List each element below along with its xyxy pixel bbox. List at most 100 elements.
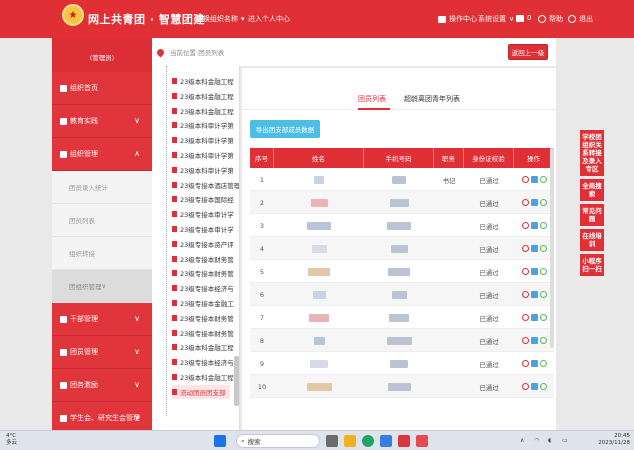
tree-node[interactable]: 23级专接本国际经 — [172, 192, 234, 206]
view-eye-icon[interactable] — [521, 245, 529, 252]
app-root: ★ 网上共青团 · 智慧团建 切换组织名称 ▾ 进入个人中心 操作中心 系统设置… — [0, 0, 634, 450]
back-button[interactable]: 返回上一级 — [508, 44, 548, 60]
tree-node[interactable]: 23级本科金融工程 — [172, 340, 234, 354]
view-eye-icon[interactable] — [521, 337, 529, 344]
view-eye-icon[interactable] — [521, 291, 529, 298]
sidebar-subitem[interactable]: 团组织管理 ∨ — [52, 270, 152, 303]
key-icon[interactable] — [539, 383, 547, 390]
tree-node[interactable]: 流动团员团支部 — [172, 384, 230, 399]
view-eye-icon[interactable] — [521, 199, 529, 206]
redacted-phone — [386, 336, 412, 345]
view-eye-icon[interactable] — [521, 268, 529, 275]
float-shortcut[interactable]: 在线培训 — [580, 229, 604, 251]
row-actions — [514, 237, 554, 260]
sidebar-subitem[interactable]: 团员列表 — [52, 204, 152, 237]
key-icon[interactable] — [539, 222, 547, 229]
task-view-icon[interactable] — [326, 435, 338, 447]
clock[interactable]: 20:45 2023/11/28 — [598, 433, 630, 447]
float-shortcut[interactable]: 全局搜索 — [580, 179, 604, 201]
key-icon[interactable] — [539, 268, 547, 275]
float-shortcut[interactable]: 学校团组织关系转接及录入专区 — [580, 130, 604, 176]
key-icon[interactable] — [539, 199, 547, 206]
tray-chevron-icon[interactable]: ∧ — [520, 437, 524, 444]
tree-node[interactable]: 23级本科审计学第 — [172, 118, 234, 132]
view-eye-icon[interactable] — [521, 360, 529, 367]
tab-member-list[interactable]: 团员列表 — [358, 94, 386, 104]
sidebar-item[interactable]: 教育实践 ∨ — [52, 105, 152, 138]
sidebar-subitem[interactable]: 团员录入统计 — [52, 171, 152, 204]
edit-icon[interactable] — [530, 314, 538, 321]
store-icon[interactable] — [380, 435, 392, 447]
edit-icon[interactable] — [530, 337, 538, 344]
sidebar-item[interactable]: 干部管理 ∨ — [52, 303, 152, 336]
tree-node[interactable]: 23级专接本经济与 — [172, 355, 234, 369]
sidebar-item[interactable]: 团员管理 ∨ — [52, 336, 152, 369]
tree-node[interactable]: 23级专接本财务管 — [172, 266, 234, 280]
logout-link[interactable]: 退出 — [568, 14, 593, 24]
tree-scrollbar[interactable] — [234, 356, 239, 406]
tree-node[interactable]: 23级专接本财务管 — [172, 326, 234, 340]
edit-icon[interactable] — [530, 176, 538, 183]
taskbar-search[interactable]: ⌕ 搜索 — [236, 434, 320, 448]
key-icon[interactable] — [539, 176, 547, 183]
settings-link[interactable]: 系统设置 ∨ — [478, 14, 514, 24]
edit-icon[interactable] — [530, 291, 538, 298]
redacted-phone — [389, 313, 409, 322]
view-eye-icon[interactable] — [521, 314, 529, 321]
edit-icon[interactable] — [530, 360, 538, 367]
tab-overage-list[interactable]: 超龄离团青年列表 — [404, 94, 460, 104]
sidebar-item[interactable]: 团务激励 ∨ — [52, 369, 152, 402]
weather-widget[interactable]: 4°C 多云 — [6, 433, 17, 447]
key-icon[interactable] — [539, 360, 547, 367]
view-eye-icon[interactable] — [521, 383, 529, 390]
ops-center-link[interactable]: 操作中心 — [438, 14, 477, 24]
wps-writer-icon[interactable] — [416, 435, 428, 447]
tree-node[interactable]: 23级本科金融工程 — [172, 74, 234, 88]
float-shortcut[interactable]: 小程序扫一扫 — [580, 254, 604, 276]
view-eye-icon[interactable] — [521, 222, 529, 229]
sidebar-item[interactable]: 组织首页 — [52, 72, 152, 105]
export-button[interactable]: 导出团支部成员数据 — [250, 120, 320, 138]
message-count: 0 — [527, 14, 532, 22]
sidebar-item[interactable]: 学生会、研究生会管理 ∨ — [52, 402, 152, 430]
tree-node[interactable]: 23级本科金融工程 — [172, 370, 234, 384]
tree-node[interactable]: 23级专接本经济与 — [172, 281, 234, 295]
key-icon[interactable] — [539, 337, 547, 344]
battery-icon[interactable]: ▭ — [562, 437, 568, 444]
float-shortcut[interactable]: 常见问题 — [580, 204, 604, 226]
tree-node[interactable]: 23级本科金融工程 — [172, 104, 234, 118]
tree-node[interactable]: 23级专接本金融工 — [172, 296, 234, 310]
help-link[interactable]: 帮助 — [538, 14, 563, 24]
tree-node[interactable]: 23级专接本审计学 — [172, 207, 234, 221]
switch-org-link[interactable]: 切换组织名称 ▾ — [196, 14, 245, 24]
wifi-icon[interactable]: ◠ — [534, 437, 539, 444]
file-explorer-icon[interactable] — [344, 435, 356, 447]
start-icon[interactable] — [214, 435, 226, 447]
edge-browser-icon[interactable] — [362, 435, 374, 447]
tree-node[interactable]: 23级本科金融工程 — [172, 89, 234, 103]
personal-center-link[interactable]: 进入个人中心 — [248, 14, 290, 24]
key-icon[interactable] — [539, 245, 547, 252]
tree-node[interactable]: 23级专接本酒店管理 — [172, 178, 239, 192]
key-icon[interactable] — [539, 314, 547, 321]
key-icon[interactable] — [539, 291, 547, 298]
tree-node[interactable]: 23级本科审计学第 — [172, 148, 234, 162]
wps-icon[interactable] — [398, 435, 410, 447]
edit-icon[interactable] — [530, 199, 538, 206]
speaker-icon[interactable]: ◖ — [548, 437, 551, 444]
tree-node[interactable]: 23级专接本审计学 — [172, 222, 234, 236]
edit-icon[interactable] — [530, 222, 538, 229]
tree-node[interactable]: 23级本科审计学第 — [172, 133, 234, 147]
tree-node[interactable]: 23级专接本财务管 — [172, 311, 234, 325]
tree-node[interactable]: 23级专接本资产评 — [172, 237, 234, 251]
edit-icon[interactable] — [530, 383, 538, 390]
sidebar-subitem[interactable]: 组织转接 — [52, 237, 152, 270]
main-scrollbar[interactable] — [550, 148, 554, 348]
tree-node[interactable]: 23级本科审计学第 — [172, 163, 234, 177]
edit-icon[interactable] — [530, 268, 538, 275]
sidebar-item[interactable]: 组织管理 ∧ — [52, 138, 152, 171]
tree-node[interactable]: 23级专接本财务管 — [172, 252, 234, 266]
message-link[interactable]: 0 — [516, 14, 531, 22]
view-eye-icon[interactable] — [521, 176, 529, 183]
edit-icon[interactable] — [530, 245, 538, 252]
